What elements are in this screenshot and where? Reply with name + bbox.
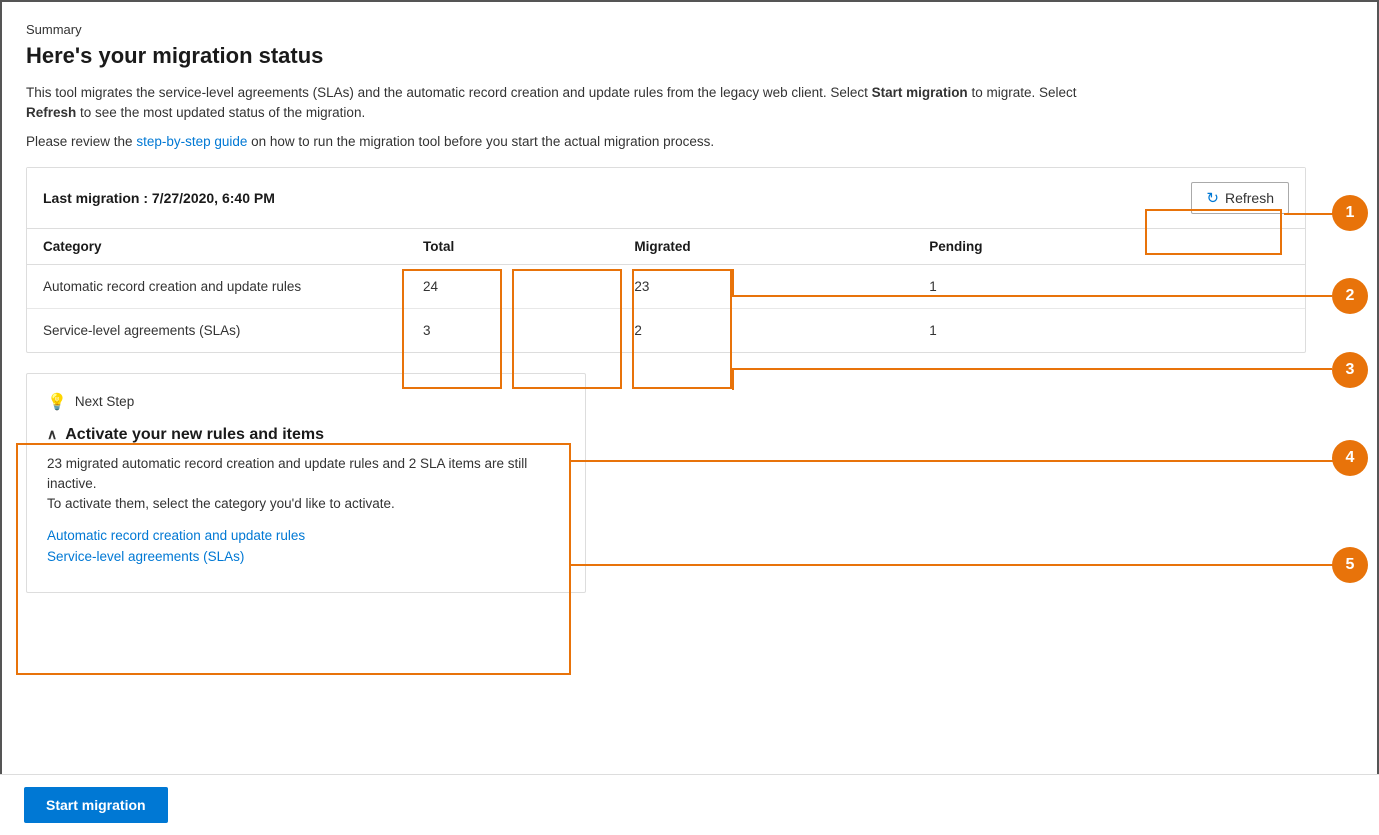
row2-migrated: 2 — [618, 308, 913, 352]
row2-total: 3 — [407, 308, 618, 352]
summary-label: Summary — [26, 22, 1353, 37]
guide-text: Please review the step-by-step guide on … — [26, 134, 1353, 149]
next-step-card: 💡 Next Step ∧ Activate your new rules an… — [26, 373, 586, 594]
row1-spacer — [1198, 264, 1305, 308]
row1-total: 24 — [407, 264, 618, 308]
row1-category: Automatic record creation and update rul… — [27, 264, 407, 308]
activate-link-sla[interactable]: Service-level agreements (SLAs) — [47, 549, 565, 564]
annotation-circle-2: 2 — [1332, 278, 1368, 314]
last-migration-label: Last migration : 7/27/2020, 6:40 PM — [43, 190, 275, 206]
annotation-circle-1: 1 — [1332, 195, 1368, 231]
lightbulb-icon: 💡 — [47, 392, 67, 412]
annotation-circle-5: 5 — [1332, 547, 1368, 583]
row2-pending: 1 — [913, 308, 1198, 352]
bottom-bar: Start migration — [0, 774, 1379, 835]
activate-description: 23 migrated automatic record creation an… — [47, 454, 565, 515]
col-header-total: Total — [407, 229, 618, 265]
col-header-migrated: Migrated — [618, 229, 913, 265]
migration-card: Last migration : 7/27/2020, 6:40 PM ↻ Re… — [26, 167, 1306, 353]
row2-category: Service-level agreements (SLAs) — [27, 308, 407, 352]
activate-title: Activate your new rules and items — [65, 426, 324, 444]
start-migration-button[interactable]: Start migration — [24, 787, 168, 823]
refresh-icon: ↻ — [1206, 189, 1219, 207]
refresh-label: Refresh — [1225, 190, 1274, 206]
migration-table: Category Total Migrated Pending Automati… — [27, 229, 1305, 352]
activate-header: ∧ Activate your new rules and items — [47, 426, 565, 444]
arrow-line-3h — [732, 368, 1332, 370]
description-text: This tool migrates the service-level agr… — [26, 83, 1126, 124]
next-step-label: Next Step — [75, 394, 134, 409]
chevron-up-icon: ∧ — [47, 426, 57, 443]
card-header: Last migration : 7/27/2020, 6:40 PM ↻ Re… — [27, 168, 1305, 229]
row1-migrated: 23 — [618, 264, 913, 308]
page-title: Here's your migration status — [26, 43, 1353, 69]
arrow-line-4h — [571, 460, 1334, 462]
table-wrapper: Category Total Migrated Pending Automati… — [27, 229, 1305, 352]
next-step-header: 💡 Next Step — [47, 392, 565, 412]
col-header-pending: Pending — [913, 229, 1198, 265]
guide-link[interactable]: step-by-step guide — [136, 134, 247, 149]
col-header-category: Category — [27, 229, 407, 265]
annotation-circle-3: 3 — [1332, 352, 1368, 388]
arrow-line-5h — [571, 564, 1334, 566]
arrow-line-3v — [732, 368, 734, 390]
table-row: Service-level agreements (SLAs) 3 2 1 — [27, 308, 1305, 352]
annotation-circle-4: 4 — [1332, 440, 1368, 476]
row1-pending: 1 — [913, 264, 1198, 308]
activate-link-rules[interactable]: Automatic record creation and update rul… — [47, 528, 565, 543]
table-row: Automatic record creation and update rul… — [27, 264, 1305, 308]
col-header-spacer — [1198, 229, 1305, 265]
refresh-button[interactable]: ↻ Refresh — [1191, 182, 1289, 214]
row2-spacer — [1198, 308, 1305, 352]
